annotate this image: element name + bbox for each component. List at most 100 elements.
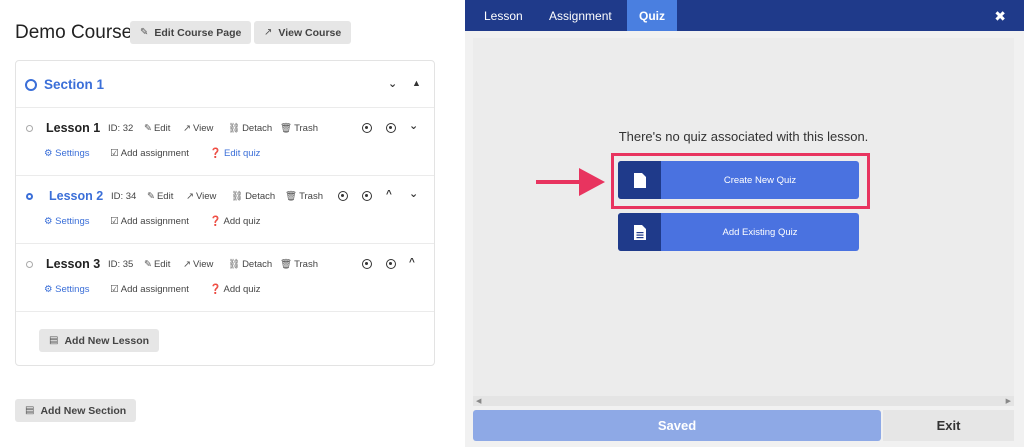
close-icon[interactable]: ✖ <box>994 8 1006 25</box>
lesson-name: Lesson 3 <box>46 257 101 271</box>
lesson-detach-link[interactable]: ⛓ Detach <box>228 259 272 270</box>
document-icon: ▤ <box>49 335 59 346</box>
lesson-detach-link[interactable]: ⛓ Detach <box>231 191 275 202</box>
saved-button[interactable]: Saved <box>473 410 881 441</box>
add-quiz-link[interactable]: ❓ Add quiz <box>210 216 270 227</box>
view-course-button[interactable]: ↗ View Course <box>254 21 352 44</box>
lesson-edit-link[interactable]: ✎ Edit <box>144 259 170 270</box>
lesson-move-down-circle-icon[interactable] <box>386 259 396 269</box>
edit-course-page-button[interactable]: ✎ Edit Course Page <box>130 21 252 44</box>
create-new-quiz-button[interactable]: Create New Quiz <box>618 161 859 199</box>
add-new-section-button[interactable]: ▤ Add New Section <box>15 399 137 422</box>
section-move-up-icon[interactable]: ▲ <box>412 78 421 88</box>
lesson-view-label: View <box>192 123 214 134</box>
add-quiz-link[interactable]: ❓ Add quiz <box>210 284 270 295</box>
modal-tab-bar: Lesson Assignment Quiz ✖ <box>465 0 1024 31</box>
lesson-edit-link[interactable]: ✎ Edit <box>147 191 173 202</box>
lesson-move-up-circle-icon[interactable] <box>338 191 348 201</box>
section-header[interactable]: Section 1 ⌄ ▲ <box>16 61 434 108</box>
edit-quiz-link[interactable]: ❓ Edit quiz <box>210 148 270 159</box>
lesson-move-up-circle-icon[interactable] <box>362 259 372 269</box>
edit-icon: ✎ <box>140 27 149 38</box>
lesson-actions: ⚙ Settings ☑ Add assignment ❓ Edit quiz <box>44 148 278 159</box>
lesson-view-label: View <box>192 259 214 270</box>
lesson-move-up-circle-icon[interactable] <box>362 123 372 133</box>
add-assignment-label: Add assignment <box>120 216 189 227</box>
section-collapse-chevron-icon[interactable]: ⌄ <box>388 77 397 90</box>
add-assignment-link[interactable]: ☑ Add assignment <box>110 216 198 227</box>
lesson-expand-chevron-icon[interactable]: ⌄ <box>409 119 418 132</box>
edit-icon: ✎ <box>144 259 152 270</box>
document-icon <box>618 161 661 199</box>
quiz-link-label: Add quiz <box>223 216 261 227</box>
lesson-edit-label: Edit <box>153 259 171 270</box>
tab-assignment[interactable]: Assignment <box>539 0 622 31</box>
add-assignment-link[interactable]: ☑ Add assignment <box>110 284 198 295</box>
unlink-icon: ⛓ <box>231 191 244 202</box>
lesson-move-down-circle-icon[interactable] <box>386 123 396 133</box>
section-title: Section 1 <box>44 77 105 92</box>
lesson-modal: Lesson Assignment Quiz ✖ There's no quiz… <box>465 0 1024 447</box>
view-course-label: View Course <box>278 26 342 39</box>
lesson-actions: ⚙ Settings ☑ Add assignment ❓ Add quiz <box>44 284 278 295</box>
add-assignment-link[interactable]: ☑ Add assignment <box>110 148 198 159</box>
lesson-view-link[interactable]: ↗ View <box>183 123 213 134</box>
lesson-settings-label: Settings <box>55 216 90 227</box>
lesson-name: Lesson 2 <box>49 189 104 203</box>
add-existing-quiz-button[interactable]: Add Existing Quiz <box>618 213 859 251</box>
modal-content: There's no quiz associated with this les… <box>473 38 1014 406</box>
document-lines-icon <box>618 213 661 251</box>
add-assignment-label: Add assignment <box>120 148 189 159</box>
lesson-trash-link[interactable]: 🗑 Trash <box>280 259 318 270</box>
annotation-arrow-head <box>579 168 605 196</box>
add-assignment-label: Add assignment <box>120 284 189 295</box>
lesson-trash-label: Trash <box>299 191 323 202</box>
lesson-view-link[interactable]: ↗ View <box>183 259 213 270</box>
edit-icon: ✎ <box>147 191 155 202</box>
scroll-left-arrow-icon[interactable]: ◀ <box>476 397 481 405</box>
unlink-icon: ⛓ <box>228 123 241 134</box>
edit-course-page-label: Edit Course Page <box>154 26 242 39</box>
lesson-move-up-chevron-icon[interactable]: ^ <box>386 189 392 200</box>
lesson-id: ID: 34 <box>111 191 137 202</box>
trash-icon: 🗑 <box>285 191 298 202</box>
course-title: Demo Course <box>15 22 133 43</box>
tab-quiz[interactable]: Quiz <box>627 0 677 31</box>
lesson-settings-link[interactable]: ⚙ Settings <box>44 148 98 159</box>
section-card: Section 1 ⌄ ▲ Lesson 1 ID: 32 ✎ Edit ↗ Vie… <box>15 60 435 366</box>
lesson-actions: ⚙ Settings ☑ Add assignment ❓ Add quiz <box>44 216 278 227</box>
lesson-row: Lesson 2 ID: 34 ✎ Edit ↗ View ⛓ Detach 🗑 Tra… <box>16 176 434 244</box>
lesson-trash-link[interactable]: 🗑 Trash <box>280 123 318 134</box>
lesson-trash-link[interactable]: 🗑 Trash <box>285 191 323 202</box>
document-icon: ▤ <box>25 405 35 416</box>
horizontal-scrollbar[interactable]: ◀ ▶ <box>473 396 1014 406</box>
lesson-view-label: View <box>195 191 217 202</box>
lesson-expand-chevron-icon[interactable]: ⌄ <box>409 187 418 200</box>
add-new-lesson-label: Add New Lesson <box>64 334 150 347</box>
lesson-detach-label: Detach <box>245 191 276 202</box>
lesson-edit-label: Edit <box>156 191 174 202</box>
no-quiz-message: There's no quiz associated with this les… <box>618 129 869 144</box>
lesson-move-up-chevron-icon[interactable]: ^ <box>409 257 415 268</box>
lesson-settings-link[interactable]: ⚙ Settings <box>44 284 98 295</box>
lesson-detach-label: Detach <box>242 259 273 270</box>
lesson-move-down-circle-icon[interactable] <box>362 191 372 201</box>
lesson-settings-link[interactable]: ⚙ Settings <box>44 216 98 227</box>
lesson-trash-label: Trash <box>294 123 318 134</box>
lesson-detach-link[interactable]: ⛓ Detach <box>228 123 272 134</box>
lesson-edit-link[interactable]: ✎ Edit <box>144 123 170 134</box>
lesson-trash-label: Trash <box>294 259 318 270</box>
lesson-row: Lesson 3 ID: 35 ✎ Edit ↗ View ⛓ Detach 🗑 Tra… <box>16 244 434 312</box>
lesson-status-icon <box>26 125 33 132</box>
tab-lesson[interactable]: Lesson <box>474 0 533 31</box>
lesson-settings-label: Settings <box>55 284 90 295</box>
quiz-link-label: Add quiz <box>223 284 261 295</box>
add-new-lesson-button[interactable]: ▤ Add New Lesson <box>39 329 160 352</box>
edit-icon: ✎ <box>144 123 152 134</box>
external-link-icon: ↗ <box>186 191 194 202</box>
scroll-right-arrow-icon[interactable]: ▶ <box>1006 397 1011 405</box>
exit-button[interactable]: Exit <box>883 410 1014 441</box>
trash-icon: 🗑 <box>280 123 293 134</box>
lesson-view-link[interactable]: ↗ View <box>186 191 216 202</box>
lesson-detach-label: Detach <box>242 123 273 134</box>
